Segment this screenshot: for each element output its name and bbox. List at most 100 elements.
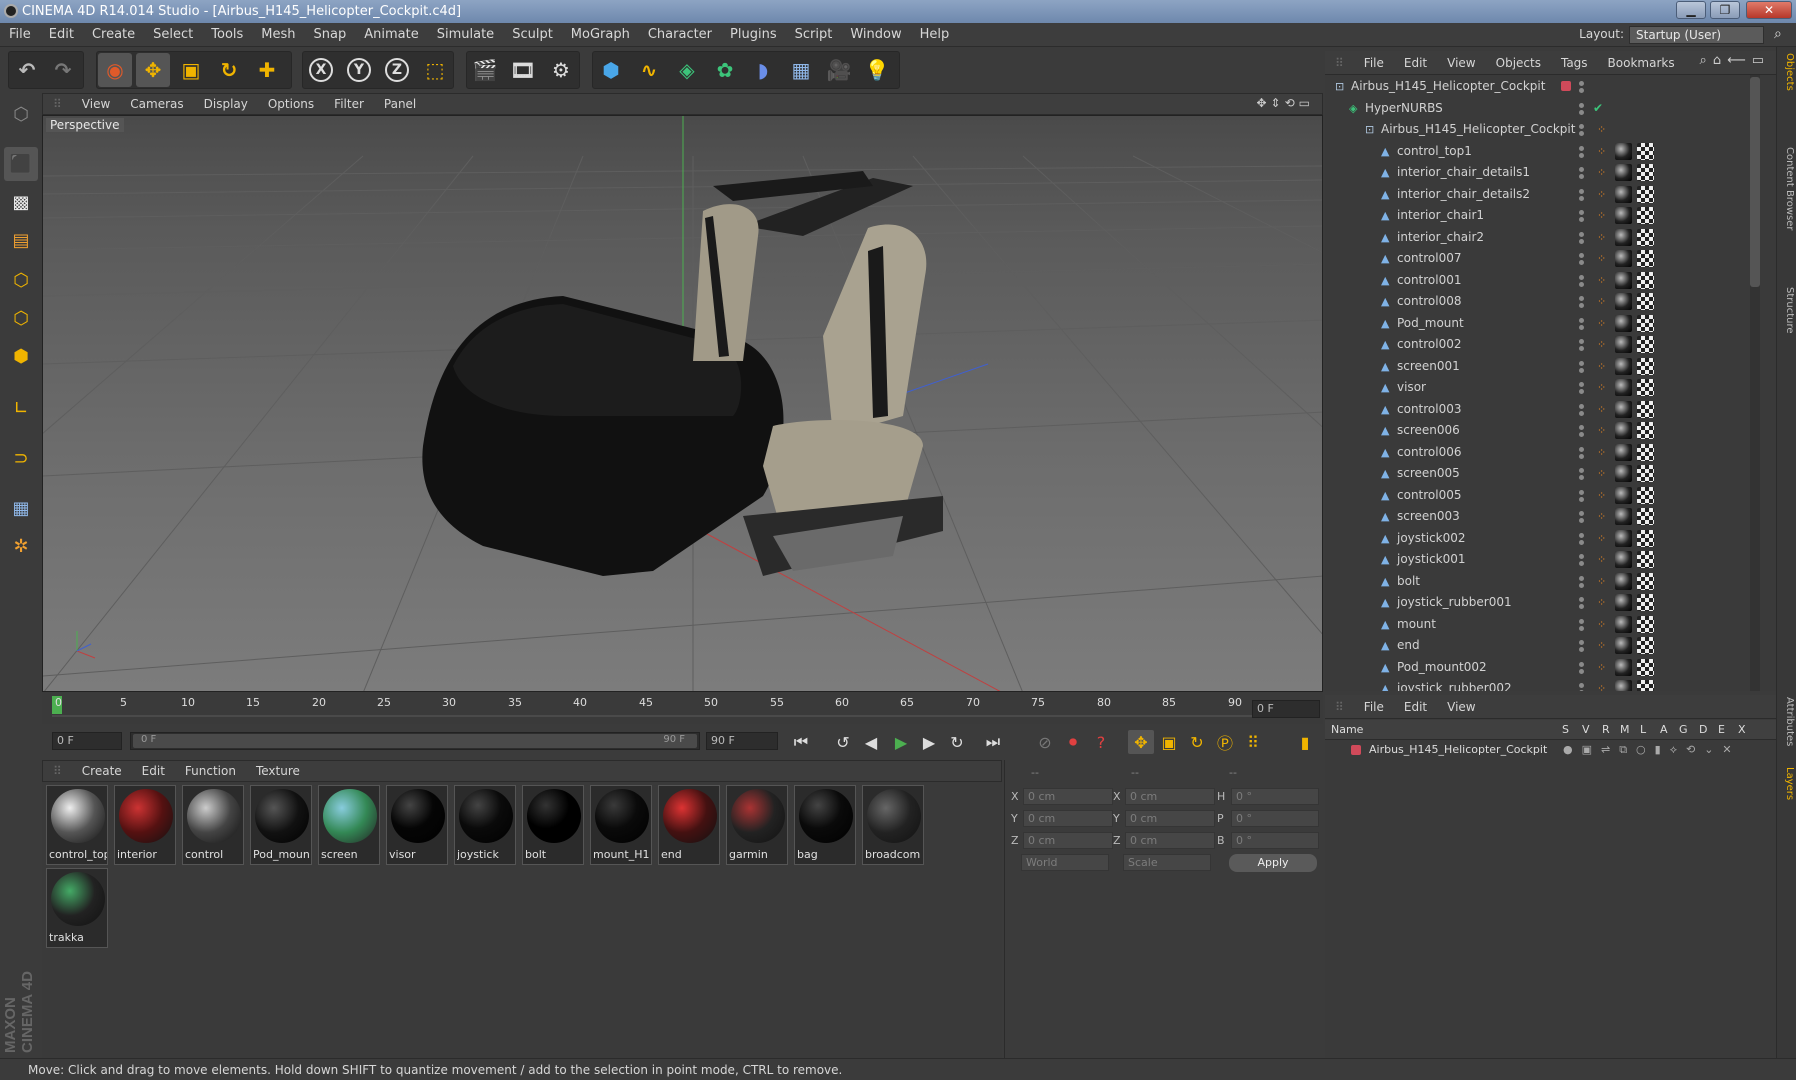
layer-color-swatch[interactable]	[1351, 745, 1361, 755]
render-visibility-dot[interactable]	[1579, 195, 1584, 201]
phong-tag-icon[interactable]: ⁘	[1597, 528, 1606, 549]
render-visibility-dot[interactable]	[1579, 303, 1584, 308]
key-parameter-icon[interactable]: Ⓟ	[1212, 730, 1238, 754]
editor-visibility-dot[interactable]	[1579, 640, 1584, 645]
material-tag-icon[interactable]	[1615, 379, 1632, 396]
object-row[interactable]: ▲ Pod_mount ⁘	[1325, 313, 1760, 334]
render-visibility-dot[interactable]	[1579, 518, 1584, 523]
phong-tag-icon[interactable]: ⁘	[1597, 184, 1606, 205]
object-menu-objects[interactable]: Objects	[1486, 53, 1551, 73]
editor-visibility-dot[interactable]	[1579, 188, 1584, 194]
previous-frame-icon[interactable]: ◀	[858, 730, 884, 754]
phong-tag-icon[interactable]: ⁘	[1597, 657, 1606, 678]
material-tag-icon[interactable]	[1615, 465, 1632, 482]
start-frame-field[interactable]: 0 F	[52, 732, 122, 750]
viewport-menu-panel[interactable]: Panel	[374, 94, 426, 114]
render-view-icon[interactable]: 🎬	[468, 53, 502, 87]
uvw-tag-icon[interactable]	[1637, 658, 1654, 676]
menu-plugins[interactable]: Plugins	[721, 23, 786, 47]
material-tag-icon[interactable]	[1615, 637, 1632, 654]
tab-structure[interactable]: Structure	[1779, 287, 1795, 334]
object-row[interactable]: ▲ screen001 ⁘	[1325, 356, 1760, 377]
layer-color-tag[interactable]	[1561, 81, 1571, 91]
menu-simulate[interactable]: Simulate	[428, 23, 503, 47]
material-tag-icon[interactable]	[1615, 357, 1632, 375]
tab-layers[interactable]: Layers	[1779, 767, 1795, 800]
viewport-menu-filter[interactable]: Filter	[324, 94, 374, 114]
phong-tag-icon[interactable]: ⁘	[1597, 205, 1606, 226]
x-axis-lock-button[interactable]: X	[304, 53, 338, 87]
object-row[interactable]: ▲ joystick_rubber002 ⁘	[1325, 678, 1760, 691]
viewport-menu-cameras[interactable]: Cameras	[120, 94, 193, 114]
render-visibility-dot[interactable]	[1579, 88, 1584, 93]
menu-tools[interactable]: Tools	[202, 23, 252, 47]
object-row[interactable]: ▲ control_top1 ⁘	[1325, 141, 1760, 162]
object-row[interactable]: ▲ joystick_rubber001 ⁘	[1325, 592, 1760, 613]
rotation-p-field[interactable]: 0 °	[1231, 810, 1319, 827]
cloner-icon[interactable]: ✿	[708, 53, 742, 87]
next-frame-icon[interactable]: ▶	[916, 730, 942, 754]
phong-tag-icon[interactable]: ⁘	[1597, 313, 1606, 334]
uvw-tag-icon[interactable]	[1637, 379, 1654, 396]
search-icon[interactable]: ⌕	[1774, 26, 1790, 42]
render-visibility-dot[interactable]	[1579, 260, 1584, 265]
light-icon[interactable]: 💡	[860, 53, 894, 87]
material-swatch[interactable]: visor	[386, 785, 448, 865]
object-manager-nav-icons[interactable]: ⌕⌂⟵▭	[1700, 53, 1770, 68]
layer-row[interactable]: Airbus_H145_Helicopter_Cockpit ●▣⇌⧉○▮⟡⟲⌄…	[1325, 740, 1765, 760]
editor-visibility-dot[interactable]	[1579, 446, 1584, 452]
object-row[interactable]: ▲ interior_chair_details1 ⁘	[1325, 162, 1760, 183]
editor-visibility-dot[interactable]	[1579, 575, 1584, 581]
maximize-button[interactable]: ❐	[1710, 1, 1740, 19]
uvw-tag-icon[interactable]	[1637, 422, 1654, 439]
material-swatch[interactable]: mount_H1	[590, 785, 652, 865]
enabled-check-icon[interactable]: ✔	[1593, 98, 1603, 119]
menu-create[interactable]: Create	[83, 23, 144, 47]
position-y-field[interactable]: 0 cm	[1023, 810, 1113, 827]
size-x-field[interactable]: 0 cm	[1125, 788, 1215, 805]
phong-tag-icon[interactable]: ⁘	[1597, 485, 1606, 506]
material-tag-icon[interactable]	[1615, 658, 1632, 676]
phong-tag-icon[interactable]: ⁘	[1597, 442, 1606, 463]
edges-mode-icon[interactable]: ⬡	[4, 301, 38, 335]
uvw-tag-icon[interactable]	[1637, 207, 1654, 224]
render-visibility-dot[interactable]	[1579, 174, 1584, 179]
current-frame-field[interactable]: 0 F	[1252, 700, 1320, 718]
menu-file[interactable]: File	[0, 23, 40, 47]
material-tag-icon[interactable]	[1615, 422, 1632, 439]
material-tag-icon[interactable]	[1615, 594, 1632, 611]
editor-visibility-dot[interactable]	[1579, 382, 1584, 387]
render-visibility-dot[interactable]	[1579, 539, 1584, 545]
material-menu-create[interactable]: Create	[72, 761, 132, 781]
editor-visibility-dot[interactable]	[1579, 661, 1584, 667]
render-picture-viewer-icon[interactable]: 🎞	[506, 53, 540, 87]
editor-visibility-dot[interactable]	[1579, 274, 1584, 280]
material-tag-icon[interactable]	[1615, 314, 1632, 332]
uvw-tag-icon[interactable]	[1637, 615, 1654, 633]
camera-icon[interactable]: 🎥	[822, 53, 856, 87]
subdivision-surface-icon[interactable]: ◈	[670, 53, 704, 87]
model-mode-icon[interactable]: ⬛	[4, 147, 38, 181]
editor-visibility-dot[interactable]	[1579, 102, 1584, 108]
phong-tag-icon[interactable]: ⁘	[1597, 141, 1606, 162]
redo-icon[interactable]: ↷	[46, 53, 80, 87]
layer-col-x[interactable]: X	[1738, 723, 1746, 736]
uvw-tag-icon[interactable]	[1637, 529, 1654, 547]
render-visibility-dot[interactable]	[1579, 389, 1584, 394]
undo-icon[interactable]: ↶	[10, 53, 44, 87]
material-tag-icon[interactable]	[1615, 486, 1632, 504]
uvw-tag-icon[interactable]	[1637, 250, 1654, 267]
layer-col-d[interactable]: D	[1699, 723, 1707, 736]
render-visibility-dot[interactable]	[1579, 496, 1584, 502]
object-row[interactable]: ▲ control008 ⁘	[1325, 291, 1760, 312]
material-swatch[interactable]: screen	[318, 785, 380, 865]
material-swatch[interactable]: bag	[794, 785, 856, 865]
object-row[interactable]: ⊡ Airbus_H145_Helicopter_Cockpit ⁘	[1325, 119, 1760, 140]
uvw-tag-icon[interactable]	[1637, 336, 1654, 353]
phong-tag-icon[interactable]: ⁘	[1597, 571, 1606, 592]
object-menu-bookmarks[interactable]: Bookmarks	[1598, 53, 1685, 73]
material-tag-icon[interactable]	[1615, 400, 1632, 418]
object-row[interactable]: ▲ screen006 ⁘	[1325, 420, 1760, 441]
material-menu-function[interactable]: Function	[175, 761, 246, 781]
key-rotation-icon[interactable]: ↻	[1184, 730, 1210, 754]
